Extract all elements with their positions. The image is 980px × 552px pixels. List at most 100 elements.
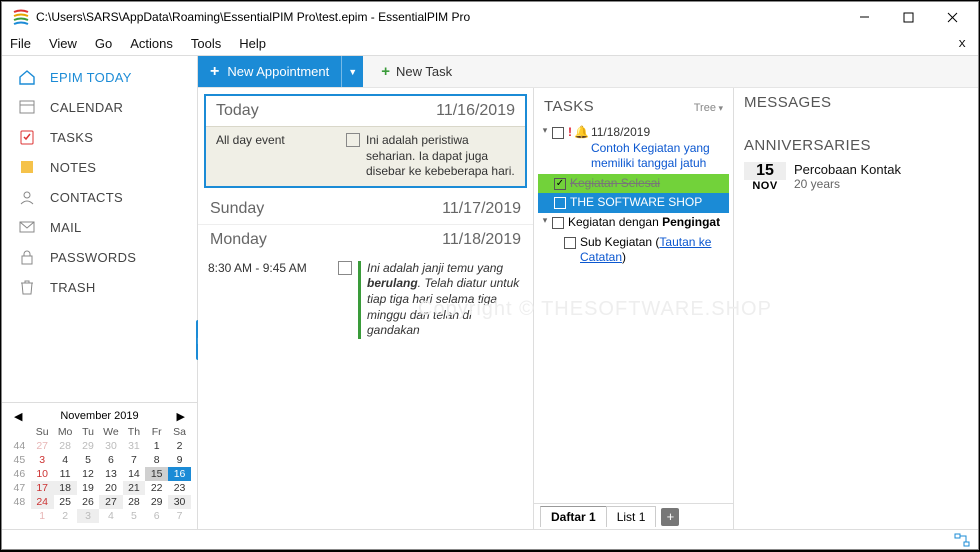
sidebar-item-label: EPIM TODAY	[50, 70, 132, 85]
app-logo-icon	[12, 8, 30, 26]
new-task-label: New Task	[396, 64, 452, 79]
anniversary-month: NOV	[744, 180, 786, 192]
event-time: 8:30 AM - 9:45 AM	[208, 261, 338, 339]
anniversary-row[interactable]: 15 NOV Percobaan Kontak 20 years	[744, 162, 968, 192]
tasks-icon	[18, 128, 40, 146]
menu-tools[interactable]: Tools	[191, 36, 221, 51]
minimize-button[interactable]	[842, 3, 886, 31]
tree-expand-icon[interactable]: ▾	[540, 125, 550, 137]
menu-go[interactable]: Go	[95, 36, 112, 51]
task-checkbox[interactable]: ✓	[554, 178, 566, 190]
menu-view[interactable]: View	[49, 36, 77, 51]
task-checkbox[interactable]	[564, 237, 576, 249]
prev-month-button[interactable]: ◀	[10, 410, 26, 423]
sidebar-item-trash[interactable]: TRASH	[2, 272, 197, 302]
plus-icon: +	[381, 63, 390, 80]
home-icon	[18, 68, 40, 86]
mini-calendar-grid[interactable]: SuMoTuWeThFrSa 44272829303112 453456789 …	[8, 425, 191, 523]
menu-file[interactable]: File	[10, 36, 31, 51]
event-row[interactable]: 8:30 AM - 9:45 AM Ini adalah janji temu …	[198, 255, 533, 345]
contacts-icon	[18, 188, 40, 206]
sidebar-item-label: NOTES	[50, 160, 96, 175]
menu-actions[interactable]: Actions	[130, 36, 173, 51]
sidebar-item-mail[interactable]: MAIL	[2, 212, 197, 242]
calendar-icon	[18, 98, 40, 116]
anniversary-text: Percobaan Kontak 20 years	[794, 162, 901, 192]
event-desc: Ini adalah peristiwa seharian. Ia dapat …	[366, 133, 515, 180]
recurring-marker-icon	[358, 261, 361, 339]
next-month-button[interactable]: ▶	[173, 410, 189, 423]
anniversary-name: Percobaan Kontak	[794, 162, 901, 177]
sidebar-item-label: TASKS	[50, 130, 93, 145]
sidebar-item-passwords[interactable]: PASSWORDS	[2, 242, 197, 272]
task-item-done[interactable]: ✓ Kegiatan Selesai	[538, 174, 729, 194]
window-title: C:\Users\SARS\AppData\Roaming\EssentialP…	[36, 10, 842, 24]
day-title: Today	[216, 102, 259, 120]
messages-panel: MESSAGES	[744, 94, 968, 119]
new-appointment-label: New Appointment	[227, 64, 329, 79]
messages-header: MESSAGES	[744, 94, 968, 111]
new-appointment-dropdown[interactable]: ▼	[341, 56, 363, 87]
day-block-today[interactable]: Today11/16/2019 All day event Ini adalah…	[204, 94, 527, 188]
lock-icon	[18, 248, 40, 266]
task-item[interactable]: Sub Kegiatan (Tautan ke Catatan)	[538, 233, 729, 268]
sidebar-item-contacts[interactable]: CONTACTS	[2, 182, 197, 212]
new-task-button[interactable]: + New Task	[369, 56, 464, 87]
trash-icon	[18, 278, 40, 296]
day-block-sunday[interactable]: Sunday 11/17/2019	[198, 194, 533, 225]
anniversaries-header: ANNIVERSARIES	[744, 137, 968, 154]
network-status-icon[interactable]	[954, 533, 970, 547]
anniversary-age: 20 years	[794, 177, 901, 191]
day-block-monday[interactable]: Monday 11/18/2019	[198, 225, 533, 255]
titlebar[interactable]: C:\Users\SARS\AppData\Roaming\EssentialP…	[2, 2, 978, 32]
event-checkbox[interactable]	[338, 261, 352, 275]
event-checkbox[interactable]	[346, 133, 360, 147]
tasks-header: TASKS	[544, 98, 694, 115]
close-button[interactable]	[930, 3, 974, 31]
nav-list: EPIM TODAY CALENDAR TASKS NOTES CONTACTS	[2, 56, 197, 402]
day-title: Sunday	[210, 200, 264, 218]
task-checkbox[interactable]	[554, 197, 566, 209]
menubar: File View Go Actions Tools Help x	[2, 32, 978, 56]
day-title: Monday	[210, 231, 267, 249]
task-checkbox[interactable]	[552, 127, 564, 139]
menubar-close-icon[interactable]: x	[958, 36, 966, 51]
agenda-column: Today11/16/2019 All day event Ini adalah…	[198, 88, 534, 529]
task-item[interactable]: ▾ ! 🔔 11/18/2019Contoh Kegiatan yang mem…	[538, 123, 729, 174]
new-appointment-button[interactable]: + New Appointment	[198, 56, 341, 87]
menu-help[interactable]: Help	[239, 36, 266, 51]
maximize-button[interactable]	[886, 3, 930, 31]
tree-expand-icon[interactable]: ▾	[540, 215, 550, 227]
task-tab[interactable]: Daftar 1	[540, 506, 607, 527]
task-item[interactable]: ▾ Kegiatan dengan Pengingat	[538, 213, 729, 233]
sidebar-item-tasks[interactable]: TASKS	[2, 122, 197, 152]
sidebar-item-notes[interactable]: NOTES	[2, 152, 197, 182]
tasks-view-toggle[interactable]: Tree	[694, 102, 723, 114]
day-date: 11/18/2019	[442, 231, 521, 249]
task-item-selected[interactable]: THE SOFTWARE SHOP	[538, 193, 729, 213]
mini-calendar[interactable]: ◀ November 2019 ▶ SuMoTuWeThFrSa 4427282…	[2, 402, 197, 529]
anniversary-date: 15 NOV	[744, 162, 786, 192]
task-checkbox[interactable]	[552, 217, 564, 229]
event-row[interactable]: All day event Ini adalah peristiwa sehar…	[206, 126, 525, 186]
sidebar-item-label: TRASH	[50, 280, 96, 295]
plus-icon: +	[210, 63, 219, 81]
reminder-icon: 🔔	[574, 125, 589, 141]
sidebar-item-label: CALENDAR	[50, 100, 123, 115]
sidebar-item-epim-today[interactable]: EPIM TODAY	[2, 62, 197, 92]
right-column: MESSAGES ANNIVERSARIES 15 NOV Percobaan …	[734, 88, 978, 529]
task-tab[interactable]: List 1	[606, 506, 657, 527]
sidebar-item-calendar[interactable]: CALENDAR	[2, 92, 197, 122]
main: + New Appointment ▼ + New Task Today11/16/…	[198, 56, 978, 529]
task-text: Kegiatan dengan Pengingat	[568, 215, 727, 231]
event-time: All day event	[216, 133, 346, 180]
mail-icon	[18, 218, 40, 236]
add-tab-button[interactable]: +	[661, 508, 679, 526]
priority-high-icon: !	[568, 125, 572, 141]
toolbar: + New Appointment ▼ + New Task	[198, 56, 978, 88]
columns: Today11/16/2019 All day event Ini adalah…	[198, 88, 978, 529]
task-list: ▾ ! 🔔 11/18/2019Contoh Kegiatan yang mem…	[534, 123, 733, 503]
statusbar	[2, 529, 978, 549]
mini-calendar-title: November 2019	[60, 410, 138, 422]
day-date: 11/17/2019	[442, 200, 521, 218]
